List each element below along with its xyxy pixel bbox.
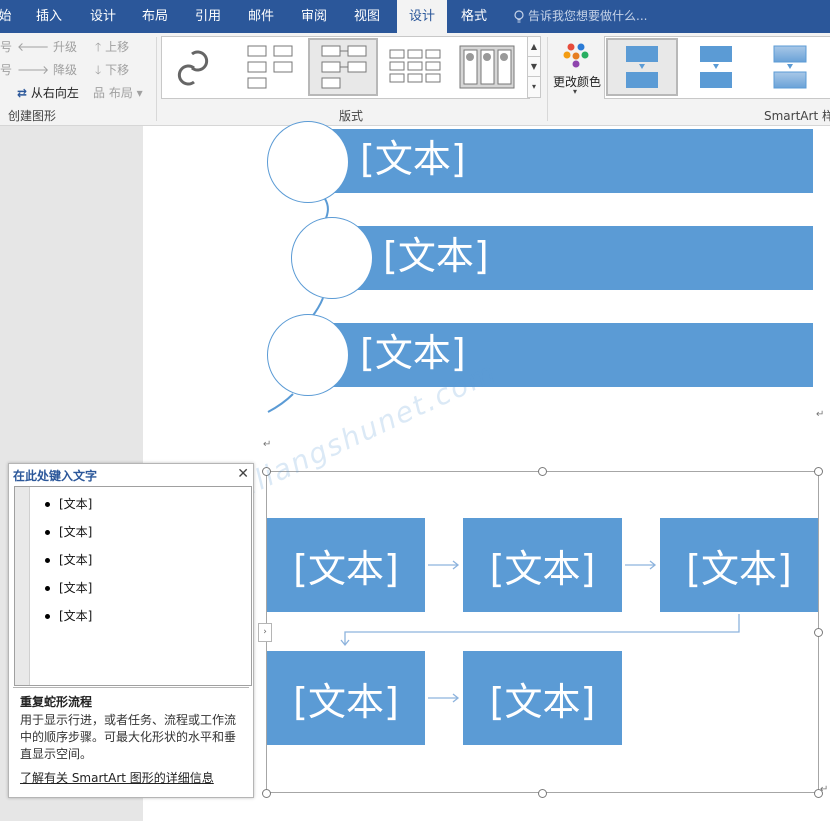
chevron-right-icon: › [263,627,267,637]
text-pane-item-label: [文本] [59,609,93,623]
bullet-icon [45,502,50,507]
text-pane-item-label: [文本] [59,553,93,567]
text-pane-item[interactable]: [文本] [45,523,92,540]
bullet-icon [45,614,50,619]
text-pane-toggle-button[interactable]: › [258,623,272,642]
text-pane-item-label: [文本] [59,497,93,511]
text-pane-item[interactable]: [文本] [45,607,92,624]
bullet-icon [45,558,50,563]
text-pane-list: [文本] [文本] [文本] [文本] [文本] [14,486,252,686]
bullet-icon [45,586,50,591]
close-icon[interactable]: ✕ [237,466,249,482]
text-pane-item-label: [文本] [59,525,93,539]
text-pane-title: 在此处键入文字 [13,469,98,483]
layout-description: 用于显示行进，或者任务、流程或工作流中的顺序步骤。可最大化形状的水平和垂直显示空… [20,713,237,761]
smartart-text-pane: 在此处键入文字 ✕ [文本] [文本] [文本] [文本] [文本] 重复蛇形流… [8,463,254,798]
text-pane-item[interactable]: [文本] [45,579,92,596]
text-pane-item[interactable]: [文本] [45,495,92,512]
text-pane-gutter [15,487,30,685]
text-pane-item-label: [文本] [59,581,93,595]
text-pane-divider [13,687,249,688]
bullet-icon [45,530,50,535]
layout-name: 重复蛇形流程 [20,695,93,709]
paragraph-mark: ↵ [820,784,829,795]
learn-more-link[interactable]: 了解有关 SmartArt 图形的详细信息 [20,769,214,786]
text-pane-item[interactable]: [文本] [45,551,92,568]
